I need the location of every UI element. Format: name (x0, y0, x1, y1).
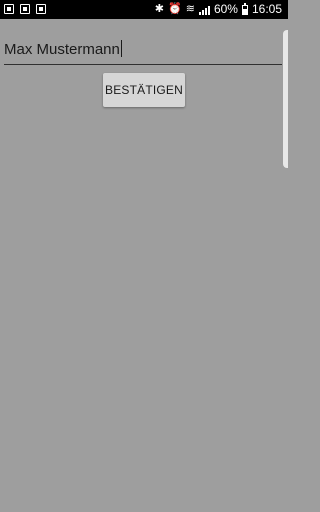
sim-icon (36, 4, 46, 14)
system-icons: ✱ ⏰ ≋ 60% 16:05 (155, 2, 282, 17)
status-bar: ✱ ⏰ ≋ 60% 16:05 (0, 0, 288, 19)
image-icon (20, 4, 30, 14)
bluetooth-icon: ✱ (154, 3, 165, 15)
confirm-button[interactable]: BESTÄTIGEN (103, 73, 185, 107)
confirm-button-label: BESTÄTIGEN (104, 83, 183, 97)
edge-panel-handle[interactable] (283, 30, 288, 168)
name-input-value: Max Mustermann (4, 41, 120, 58)
gallery-icon (4, 4, 14, 14)
battery-icon (241, 2, 248, 15)
text-caret (120, 40, 122, 57)
signal-icon (198, 5, 210, 15)
clock: 16:05 (251, 2, 282, 16)
name-input[interactable]: Max Mustermann (4, 39, 282, 65)
alarm-icon: ⏰ (168, 3, 182, 15)
wifi-icon: ≋ (185, 3, 195, 15)
notification-icons (4, 4, 46, 14)
battery-percent: 60% (213, 2, 238, 16)
